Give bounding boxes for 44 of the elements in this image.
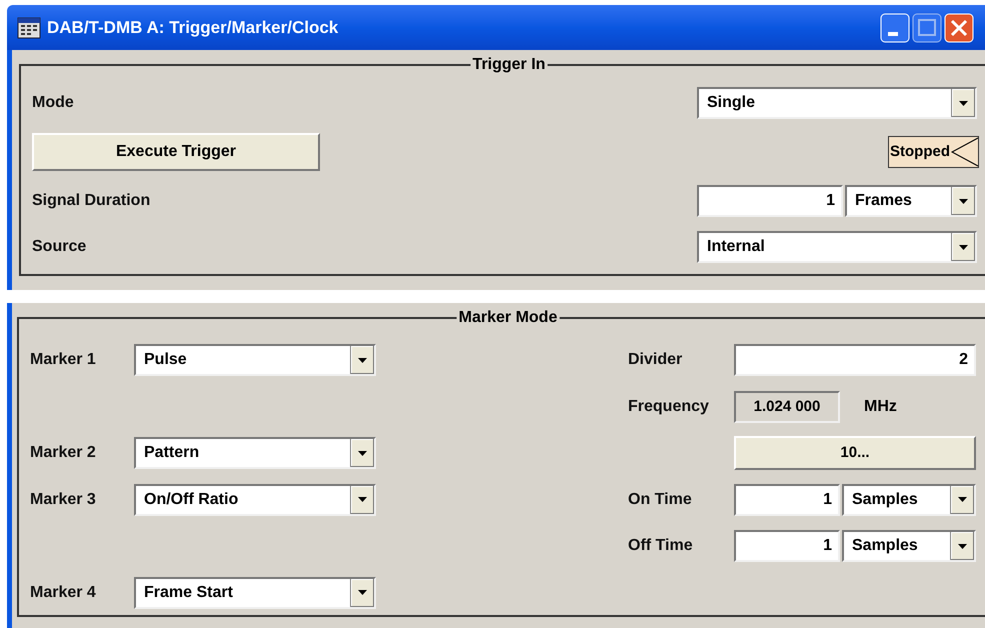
caret-icon xyxy=(959,244,968,250)
dropdown[interactable]: Single xyxy=(697,87,977,119)
number-field[interactable]: 1 xyxy=(697,185,843,217)
close-icon[interactable] xyxy=(944,12,974,42)
field-label: Marker 1 xyxy=(30,350,97,370)
window-title: DAB/T-DMB A: Trigger/Marker/Clock xyxy=(47,16,340,39)
field-label: Marker 2 xyxy=(30,443,97,464)
caret-icon xyxy=(358,450,367,456)
minimize-icon[interactable] xyxy=(880,12,910,42)
dropdown[interactable]: Samples xyxy=(842,484,976,516)
field-label: Marker 4 xyxy=(30,582,97,603)
unit-label: MHz xyxy=(864,396,897,417)
dropdown[interactable]: Frame Start xyxy=(134,576,376,609)
pattern-button[interactable]: 10... xyxy=(734,436,976,470)
execute-trigger-button[interactable]: Execute Trigger xyxy=(32,133,320,171)
caret-icon xyxy=(958,544,967,549)
dropdown[interactable]: Internal xyxy=(697,231,977,263)
dropdown[interactable]: Frames xyxy=(845,185,977,217)
status-indicator: Stopped xyxy=(888,136,979,168)
field-label: Marker 3 xyxy=(30,490,97,510)
field-label: Frequency xyxy=(628,396,710,417)
readout-field: 1.024 000 xyxy=(734,390,840,423)
maximize-icon[interactable] xyxy=(912,12,942,42)
number-field[interactable]: 1 xyxy=(734,530,840,562)
field-label: Off Time xyxy=(628,536,694,556)
caret-icon xyxy=(958,497,967,502)
caret-icon xyxy=(959,100,968,106)
caret-icon xyxy=(358,590,367,596)
caret-icon xyxy=(358,358,367,363)
number-field[interactable]: 1 xyxy=(734,484,840,516)
field-label: On Time xyxy=(628,490,693,510)
field-label: Signal Duration xyxy=(32,191,150,211)
window-icon xyxy=(17,16,41,40)
group-title: Trigger In xyxy=(470,55,548,75)
caret-icon xyxy=(358,497,367,502)
number-field[interactable]: 2 xyxy=(734,344,976,376)
dropdown[interactable]: Pattern xyxy=(134,437,376,470)
field-label: Divider xyxy=(628,350,684,370)
field-label: Mode xyxy=(32,93,74,113)
dropdown[interactable]: Pulse xyxy=(134,344,376,376)
caret-icon xyxy=(959,198,968,204)
dropdown[interactable]: Samples xyxy=(842,530,976,562)
dropdown[interactable]: On/Off Ratio xyxy=(134,484,376,516)
field-label: Source xyxy=(32,237,86,257)
